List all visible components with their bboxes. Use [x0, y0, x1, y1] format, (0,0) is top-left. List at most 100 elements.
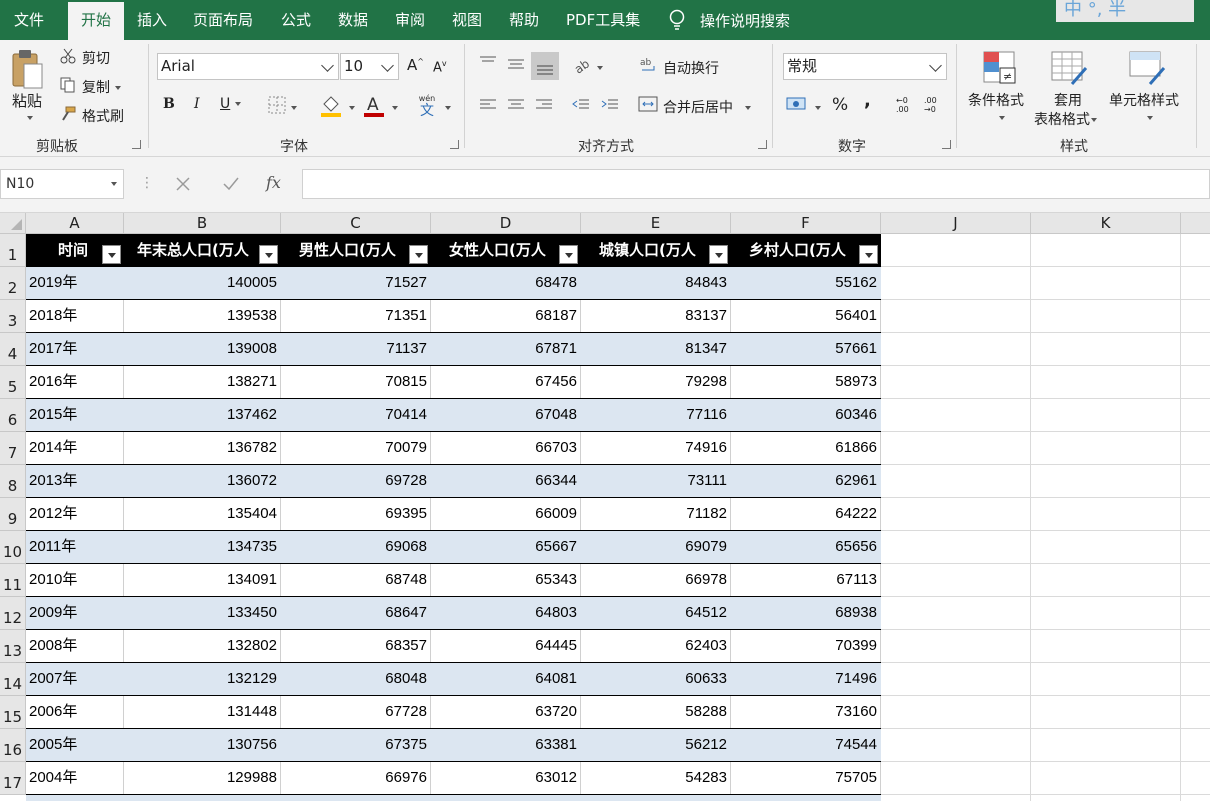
column-header-e[interactable]: E [581, 213, 731, 234]
decrease-indent-icon[interactable] [571, 96, 591, 114]
align-right-icon[interactable] [534, 96, 554, 114]
row-header[interactable]: 1 [0, 234, 26, 267]
cell-time[interactable]: 2007年 [26, 663, 124, 695]
copy-button[interactable]: 复制 [82, 77, 121, 97]
conditional-formatting-button[interactable]: 条件格式 [968, 90, 1024, 110]
cell-male[interactable]: 69395 [281, 498, 431, 530]
conditional-formatting-caret[interactable] [994, 110, 1005, 126]
cell-total[interactable]: 137462 [124, 399, 281, 431]
cell-time[interactable]: 2006年 [26, 696, 124, 728]
worksheet[interactable]: A B C D E F J K 1 2 3 4 5 6 7 8 9 10 11 12 13 14 15 16 1… [0, 213, 1210, 801]
cell-male[interactable]: 70815 [281, 366, 431, 398]
phonetic-guide-icon[interactable]: wén 文 [415, 94, 439, 120]
phonetic-dropdown-caret[interactable] [440, 100, 451, 116]
cell-rural[interactable]: 68938 [731, 597, 881, 629]
row-header[interactable]: 16 [0, 729, 26, 762]
decrease-decimal-icon[interactable]: .00 →0 [924, 96, 944, 114]
cell-rural[interactable]: 73160 [731, 696, 881, 728]
increase-font-size-icon[interactable]: A^ [407, 56, 424, 74]
filter-dropdown-icon[interactable] [859, 245, 878, 264]
cell-urban[interactable]: 73111 [581, 465, 731, 497]
paste-icon[interactable] [10, 48, 46, 92]
row-header[interactable]: 9 [0, 498, 26, 531]
increase-indent-icon[interactable] [600, 96, 620, 114]
accounting-format-icon[interactable] [786, 95, 808, 113]
cell-urban[interactable]: 71182 [581, 498, 731, 530]
tab-view[interactable]: 视图 [452, 0, 482, 40]
tab-data[interactable]: 数据 [338, 0, 368, 40]
cell-time[interactable]: 2010年 [26, 564, 124, 596]
orientation-dropdown-caret[interactable] [592, 60, 603, 76]
cell-male[interactable]: 69068 [281, 531, 431, 563]
cell-urban[interactable]: 74916 [581, 432, 731, 464]
cell-urban[interactable]: 79298 [581, 366, 731, 398]
column-header-d[interactable]: D [431, 213, 581, 234]
align-middle-icon[interactable] [506, 54, 526, 72]
row-header[interactable]: 13 [0, 630, 26, 663]
cell-total[interactable]: 132802 [124, 630, 281, 662]
cell-male[interactable]: 70414 [281, 399, 431, 431]
cell-rural[interactable]: 61866 [731, 432, 881, 464]
column-header-next[interactable] [1181, 213, 1210, 234]
tab-home[interactable]: 开始 [68, 2, 125, 40]
format-as-table-button[interactable]: 表格格式 [1034, 109, 1097, 129]
align-center-icon[interactable] [506, 96, 526, 114]
align-top-icon[interactable] [478, 54, 498, 72]
cell-time[interactable]: 2017年 [26, 333, 124, 365]
cell-time[interactable]: 2015年 [26, 399, 124, 431]
cell-total[interactable]: 136072 [124, 465, 281, 497]
cell-rural[interactable]: 56401 [731, 300, 881, 332]
cell-female[interactable]: 64081 [431, 663, 581, 695]
cell-male[interactable]: 69728 [281, 465, 431, 497]
cell-urban[interactable]: 66978 [581, 564, 731, 596]
number-format-select[interactable]: 常规 [783, 53, 947, 80]
cell-rural[interactable]: 74544 [731, 729, 881, 761]
font-size-select[interactable]: 10 [340, 53, 399, 80]
alignment-launcher-icon[interactable] [758, 140, 767, 149]
tab-page-layout[interactable]: 页面布局 [193, 0, 253, 40]
row-header[interactable]: 17 [0, 762, 26, 795]
cell-female[interactable]: 63720 [431, 696, 581, 728]
tab-formulas[interactable]: 公式 [281, 0, 311, 40]
filter-dropdown-icon[interactable] [709, 245, 728, 264]
font-name-select[interactable]: Arial [157, 53, 339, 80]
name-box-dropdown-caret[interactable] [106, 170, 117, 198]
cell-male[interactable]: 68748 [281, 564, 431, 596]
format-as-table-label-1[interactable]: 套用 [1054, 90, 1082, 110]
ime-status-bar[interactable]: 中 °, 半 [1056, 0, 1194, 22]
cell-rural[interactable]: 60346 [731, 399, 881, 431]
row-header[interactable]: 8 [0, 465, 26, 498]
cell-total[interactable]: 138271 [124, 366, 281, 398]
cell-rural[interactable]: 67113 [731, 564, 881, 596]
cell-male[interactable]: 68647 [281, 597, 431, 629]
decrease-font-size-icon[interactable]: Av [433, 59, 447, 75]
cell-female[interactable]: 68187 [431, 300, 581, 332]
comma-style-button[interactable]: , [864, 90, 871, 111]
cell-rural[interactable]: 55162 [731, 267, 881, 299]
filter-dropdown-icon[interactable] [409, 245, 428, 264]
cell-urban[interactable]: 83137 [581, 300, 731, 332]
cell-urban[interactable]: 81347 [581, 333, 731, 365]
cell-total[interactable]: 130756 [124, 729, 281, 761]
row-header[interactable]: 7 [0, 432, 26, 465]
row-header[interactable]: 5 [0, 366, 26, 399]
cell-time[interactable]: 2008年 [26, 630, 124, 662]
row-header[interactable]: 15 [0, 696, 26, 729]
tab-file[interactable]: 文件 [14, 0, 44, 40]
tab-review[interactable]: 审阅 [395, 0, 425, 40]
tell-me-search[interactable]: 操作说明搜索 [668, 0, 790, 40]
column-header-k[interactable]: K [1031, 213, 1181, 234]
cell-time[interactable]: 2014年 [26, 432, 124, 464]
cell-rural[interactable]: 75705 [731, 762, 881, 794]
cell-urban[interactable]: 84843 [581, 267, 731, 299]
cell-urban[interactable]: 60633 [581, 663, 731, 695]
cell-urban[interactable]: 64512 [581, 597, 731, 629]
cut-button[interactable]: 剪切 [82, 48, 110, 68]
tab-pdf-tools[interactable]: PDF工具集 [566, 0, 640, 40]
column-header-b[interactable]: B [124, 213, 281, 234]
row-header[interactable]: 12 [0, 597, 26, 630]
paste-button[interactable]: 粘贴 [12, 90, 42, 111]
cell-total[interactable]: 136782 [124, 432, 281, 464]
cell-rural[interactable]: 64222 [731, 498, 881, 530]
cell-time[interactable]: 2018年 [26, 300, 124, 332]
